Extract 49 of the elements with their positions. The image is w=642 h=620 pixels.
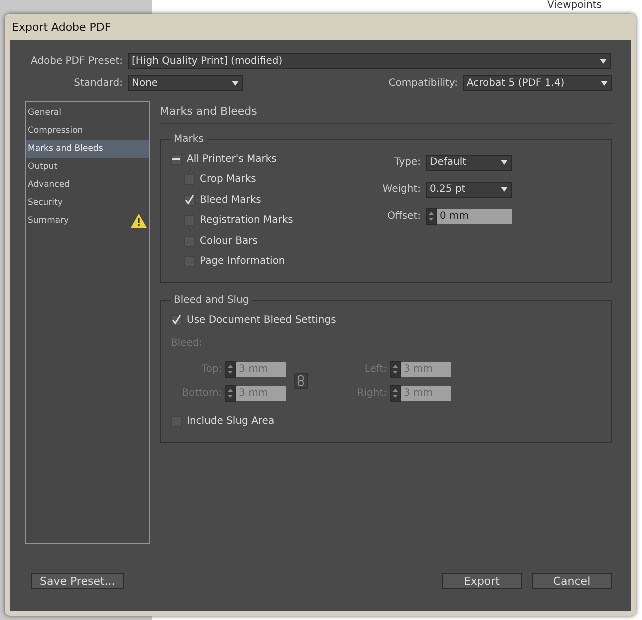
group-title: Bleed and Slug <box>173 295 250 306</box>
dropdown[interactable]: [High Quality Print] (modified) <box>128 53 611 69</box>
field-label: Standard: <box>73 78 124 88</box>
dropdown[interactable]: Default <box>426 154 512 170</box>
sidebar-item[interactable]: Summary <box>26 212 149 230</box>
caret-icon <box>501 187 508 192</box>
section-title: Marks and Bleeds <box>160 101 612 124</box>
checkbox[interactable] <box>171 314 182 326</box>
input-field[interactable]: 0 mm <box>437 209 512 224</box>
stepper-icon[interactable] <box>426 208 437 225</box>
stepper-icon[interactable] <box>390 360 401 378</box>
caret-icon <box>600 58 607 64</box>
caret-icon <box>232 80 239 86</box>
cancel-button[interactable]: Cancel <box>532 573 612 589</box>
stepper-icon[interactable] <box>225 360 236 378</box>
stepper-icon[interactable] <box>225 384 236 402</box>
sidebar-item[interactable]: Compression <box>26 122 149 140</box>
dropdown[interactable]: Acrobat 5 (PDF 1.4) <box>463 75 612 91</box>
checkbox-label: Bleed Marks <box>200 194 262 206</box>
window-title: Export Adobe PDF <box>12 20 112 34</box>
checkbox[interactable] <box>184 194 195 206</box>
save-preset-button[interactable]: Save Preset... <box>31 573 124 589</box>
checkbox-label: Registration Marks <box>200 215 294 226</box>
sidebar-item[interactable]: Advanced <box>26 176 149 194</box>
dropdown[interactable]: 0.25 pt <box>426 182 512 198</box>
caret-icon <box>501 160 508 165</box>
sidebar-item[interactable]: Output <box>26 158 149 176</box>
field-label: Adobe PDF Preset: <box>30 56 124 66</box>
checkbox-label: Use Document Bleed Settings <box>187 314 336 326</box>
field-label: Weight: <box>382 184 422 195</box>
sidebar-item[interactable]: General <box>26 104 149 122</box>
caret-icon <box>601 80 608 86</box>
checkbox-label: Include Slug Area <box>187 416 275 428</box>
dropdown[interactable]: None <box>128 75 243 91</box>
link-icon[interactable] <box>294 373 308 389</box>
checkbox-label: All Printer's Marks <box>187 154 277 165</box>
checkbox[interactable] <box>171 154 182 165</box>
document-text: Viewpoints <box>548 0 602 11</box>
stepper-icon[interactable] <box>390 384 401 402</box>
checkbox-label: Colour Bars <box>200 236 258 247</box>
field-label: Offset: <box>386 211 422 222</box>
field-label: Compatibility: <box>388 78 459 88</box>
sidebar-item[interactable]: Marks and Bleeds <box>26 140 149 158</box>
field-label: Type: <box>394 157 422 168</box>
checkbox-label: Crop Marks <box>200 174 256 186</box>
sidebar-item[interactable]: Security <box>26 194 149 212</box>
group-title: Marks <box>173 134 205 145</box>
export-button[interactable]: Export <box>442 573 522 589</box>
checkbox-label: Page Information <box>200 256 286 268</box>
